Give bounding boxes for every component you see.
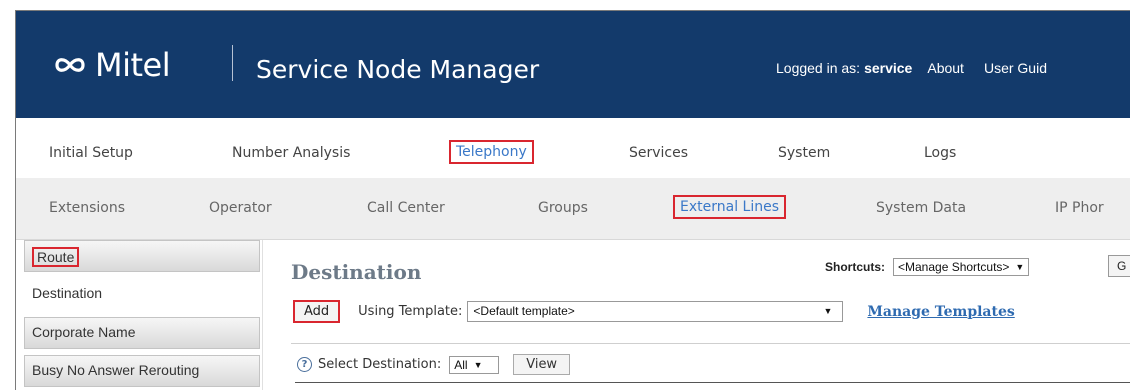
- add-toolbar: Add Using Template: <Default template> ▼…: [293, 300, 1015, 323]
- logged-in-label: Logged in as:: [776, 60, 861, 76]
- add-button[interactable]: Add: [293, 300, 341, 323]
- nav-system[interactable]: System: [778, 145, 830, 161]
- sidebar: Route Destination Corporate Name Busy No…: [16, 240, 262, 390]
- nav-initial-setup[interactable]: Initial Setup: [49, 145, 133, 161]
- nav-services[interactable]: Services: [629, 145, 688, 161]
- nav-number-analysis[interactable]: Number Analysis: [232, 145, 350, 161]
- destination-filter-value: All: [454, 357, 468, 372]
- shortcuts-select-value: <Manage Shortcuts>: [898, 260, 1010, 274]
- subnav-extensions[interactable]: Extensions: [49, 200, 125, 216]
- template-select-value: <Default template>: [473, 304, 575, 318]
- shortcuts-select[interactable]: <Manage Shortcuts> ▼: [893, 258, 1030, 276]
- subnav-external-lines[interactable]: External Lines: [673, 195, 787, 219]
- shortcuts-area: Shortcuts: <Manage Shortcuts> ▼: [825, 258, 1030, 276]
- username: service: [864, 60, 913, 76]
- nav-telephony[interactable]: Telephony: [449, 140, 534, 164]
- help-icon[interactable]: ?: [297, 357, 312, 372]
- sidebar-item-label: Route: [32, 247, 80, 267]
- page-title: Destination: [291, 260, 422, 284]
- destination-filter-select[interactable]: All ▼: [449, 355, 500, 374]
- subnav-call-center[interactable]: Call Center: [367, 200, 445, 216]
- using-template-label: Using Template:: [358, 304, 463, 319]
- nav-logs[interactable]: Logs: [924, 145, 956, 161]
- chevron-down-icon: ▼: [1015, 262, 1025, 272]
- sub-nav: Extensions Operator Call Center Groups E…: [16, 178, 1130, 240]
- chevron-down-icon: ▼: [473, 359, 483, 370]
- manage-templates-link[interactable]: Manage Templates: [867, 304, 1014, 320]
- table-top-border: [295, 382, 1130, 383]
- user-guide-link[interactable]: User Guid: [984, 60, 1047, 76]
- app-title: Service Node Manager: [256, 55, 540, 84]
- sidebar-item-label: Destination: [32, 285, 103, 301]
- select-destination-label: Select Destination:: [318, 357, 442, 372]
- sidebar-item-label: Corporate Name: [32, 324, 136, 340]
- subnav-system-data[interactable]: System Data: [876, 200, 966, 216]
- sidebar-item-label: Busy No Answer Rerouting: [32, 362, 200, 378]
- header-divider: [232, 45, 233, 81]
- main-nav: Initial Setup Number Analysis Telephony …: [16, 118, 1130, 178]
- view-button[interactable]: View: [513, 354, 571, 375]
- mitel-logo-icon: [55, 58, 85, 72]
- mitel-logo[interactable]: Mitel: [53, 46, 171, 84]
- sidebar-item-destination[interactable]: Destination: [24, 278, 260, 310]
- chevron-down-icon: ▼: [823, 306, 833, 316]
- brand-name: Mitel: [95, 46, 171, 84]
- app-window: Mitel Service Node Manager Logged in as:…: [15, 10, 1130, 390]
- template-select[interactable]: <Default template> ▼: [467, 301, 844, 322]
- about-link[interactable]: About: [927, 60, 964, 76]
- go-button[interactable]: G: [1108, 255, 1130, 277]
- subnav-ip-phones[interactable]: IP Phor: [1055, 200, 1104, 216]
- sidebar-item-busy-no-answer-rerouting[interactable]: Busy No Answer Rerouting: [24, 355, 260, 387]
- subnav-operator[interactable]: Operator: [209, 200, 272, 216]
- sidebar-item-corporate-name[interactable]: Corporate Name: [24, 317, 260, 349]
- main-content: Destination Shortcuts: <Manage Shortcuts…: [262, 240, 1130, 390]
- divider: [291, 343, 1130, 344]
- sidebar-item-route[interactable]: Route: [24, 240, 260, 272]
- shortcuts-label: Shortcuts:: [825, 260, 885, 274]
- subnav-groups[interactable]: Groups: [538, 200, 588, 216]
- header-user-area: Logged in as: service About User Guid: [776, 60, 1047, 76]
- select-destination-row: ? Select Destination: All ▼ View: [297, 354, 571, 375]
- top-header: Mitel Service Node Manager Logged in as:…: [16, 11, 1130, 118]
